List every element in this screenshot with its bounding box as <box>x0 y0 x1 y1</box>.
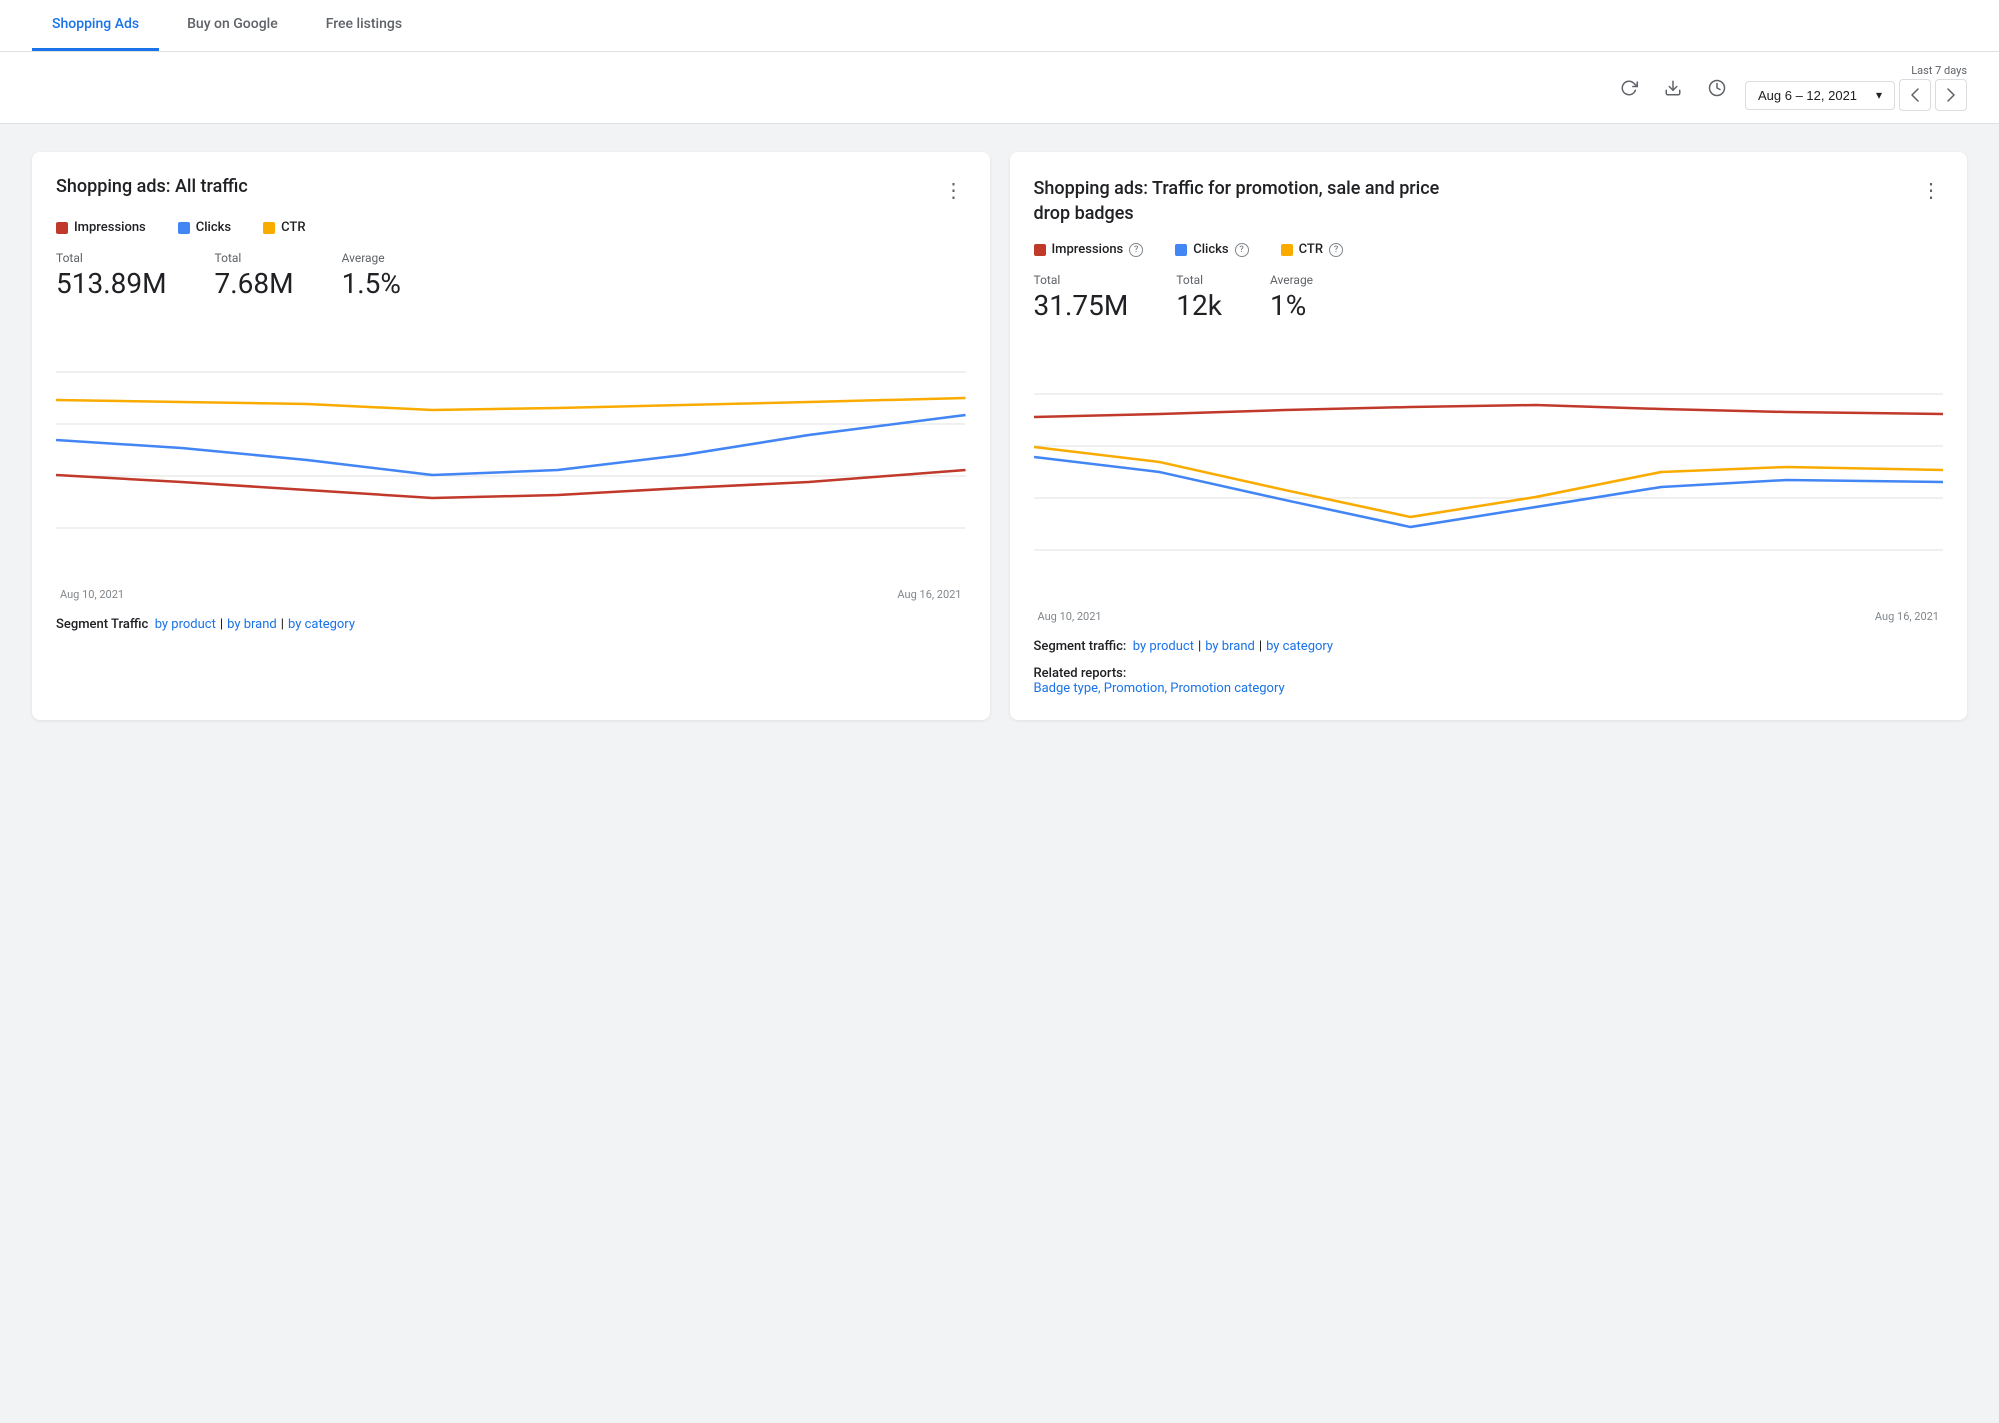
impressions-dot <box>56 222 68 234</box>
card2-ctr-label: CTR ? <box>1299 242 1343 257</box>
card1-menu-icon[interactable]: ⋮ <box>942 176 966 204</box>
metric-ctr: Average 1.5% <box>342 251 401 300</box>
main-content: Shopping ads: All traffic ⋮ Impressions … <box>0 124 1999 748</box>
card1-legend: Impressions Clicks CTR <box>56 220 966 235</box>
clicks-dot <box>178 222 190 234</box>
card1-title: Shopping ads: All traffic <box>56 176 248 197</box>
ctr-label: CTR <box>281 220 305 235</box>
card2-clicks-label: Clicks ? <box>1193 242 1248 257</box>
metric-clicks-value: 7.68M <box>215 267 294 300</box>
tab-free-listings[interactable]: Free listings <box>306 0 422 51</box>
card1-link-by-brand[interactable]: by brand <box>227 617 277 632</box>
history-icon[interactable] <box>1705 76 1729 100</box>
date-range-picker: Aug 6 – 12, 2021 ▾ <box>1745 79 1967 111</box>
card1-date-start: Aug 10, 2021 <box>60 588 124 601</box>
metric-impressions-label: Total <box>56 251 167 265</box>
tab-shopping-ads[interactable]: Shopping Ads <box>32 0 159 51</box>
card2-link-by-product[interactable]: by product <box>1133 639 1194 654</box>
card1-date-labels: Aug 10, 2021 Aug 16, 2021 <box>56 588 966 601</box>
date-range-container: Last 7 days Aug 6 – 12, 2021 ▾ <box>1745 64 1967 111</box>
card2-date-labels: Aug 10, 2021 Aug 16, 2021 <box>1034 610 1944 623</box>
card2-legend-impressions: Impressions ? <box>1034 242 1144 257</box>
toolbar-icons <box>1617 76 1729 100</box>
card2-legend-ctr: CTR ? <box>1281 242 1343 257</box>
prev-date-button[interactable] <box>1899 79 1931 111</box>
card1-header: Shopping ads: All traffic ⋮ <box>56 176 966 204</box>
card2-metric-clicks: Total 12k <box>1176 273 1222 322</box>
card-promotion-badges: Shopping ads: Traffic for promotion, sal… <box>1010 152 1968 720</box>
card2-header: Shopping ads: Traffic for promotion, sal… <box>1034 176 1944 226</box>
card2-metric-clicks-value: 12k <box>1176 289 1222 322</box>
card2-segment-label: Segment traffic: <box>1034 639 1127 654</box>
card2-clicks-dot <box>1175 244 1187 256</box>
related-reports-label: Related reports: <box>1034 666 1127 681</box>
card2-link-by-brand[interactable]: by brand <box>1205 639 1255 654</box>
card2-menu-icon[interactable]: ⋮ <box>1919 176 1943 204</box>
card1-date-end: Aug 16, 2021 <box>897 588 961 601</box>
card2-metric-impressions: Total 31.75M <box>1034 273 1129 322</box>
date-range-label: Last 7 days <box>1911 64 1967 77</box>
card2-metric-ctr-label: Average <box>1270 273 1313 287</box>
card2-chart <box>1034 342 1944 602</box>
card2-related-reports: Related reports: Badge type, Promotion, … <box>1034 666 1944 696</box>
card2-metric-ctr-value: 1% <box>1270 289 1313 322</box>
card2-metrics: Total 31.75M Total 12k Average 1% <box>1034 273 1944 322</box>
metric-clicks: Total 7.68M <box>215 251 294 300</box>
card1-segment-footer: Segment Traffic by product|by brand|by c… <box>56 617 966 632</box>
card2-title: Shopping ads: Traffic for promotion, sal… <box>1034 176 1474 226</box>
metric-clicks-label: Total <box>215 251 294 265</box>
card2-segment-footer: Segment traffic: by product|by brand|by … <box>1034 639 1944 654</box>
clicks-help-icon[interactable]: ? <box>1235 243 1249 257</box>
card2-date-start: Aug 10, 2021 <box>1038 610 1102 623</box>
card2-date-end: Aug 16, 2021 <box>1875 610 1939 623</box>
card2-legend-clicks: Clicks ? <box>1175 242 1248 257</box>
card2-metric-impressions-value: 31.75M <box>1034 289 1129 322</box>
refresh-icon[interactable] <box>1617 76 1641 100</box>
clicks-label: Clicks <box>196 220 231 235</box>
metric-ctr-label: Average <box>342 251 401 265</box>
card2-legend: Impressions ? Clicks ? CTR ? <box>1034 242 1944 257</box>
impressions-help-icon[interactable]: ? <box>1129 243 1143 257</box>
card-all-traffic: Shopping ads: All traffic ⋮ Impressions … <box>32 152 990 720</box>
card2-metric-impressions-label: Total <box>1034 273 1129 287</box>
tab-bar: Shopping Ads Buy on Google Free listings <box>0 0 1999 52</box>
legend-ctr: CTR <box>263 220 305 235</box>
card1-link-by-product[interactable]: by product <box>155 617 216 632</box>
ctr-help-icon[interactable]: ? <box>1329 243 1343 257</box>
tab-buy-on-google[interactable]: Buy on Google <box>167 0 298 51</box>
date-range-button[interactable]: Aug 6 – 12, 2021 ▾ <box>1745 81 1895 110</box>
card1-chart <box>56 320 966 580</box>
card1-link-by-category[interactable]: by category <box>288 617 355 632</box>
next-date-button[interactable] <box>1935 79 1967 111</box>
metric-ctr-value: 1.5% <box>342 267 401 300</box>
legend-impressions: Impressions <box>56 220 146 235</box>
card2-ctr-dot <box>1281 244 1293 256</box>
metric-impressions: Total 513.89M <box>56 251 167 300</box>
card2-metric-ctr: Average 1% <box>1270 273 1313 322</box>
card2-related-links[interactable]: Badge type, Promotion, Promotion categor… <box>1034 681 1285 696</box>
metric-impressions-value: 513.89M <box>56 267 167 300</box>
card2-metric-clicks-label: Total <box>1176 273 1222 287</box>
chevron-down-icon: ▾ <box>1876 88 1882 102</box>
card2-impressions-dot <box>1034 244 1046 256</box>
legend-clicks: Clicks <box>178 220 231 235</box>
ctr-dot <box>263 222 275 234</box>
impressions-label: Impressions <box>74 220 146 235</box>
card2-link-by-category[interactable]: by category <box>1266 639 1333 654</box>
card1-metrics: Total 513.89M Total 7.68M Average 1.5% <box>56 251 966 300</box>
card2-impressions-label: Impressions ? <box>1052 242 1144 257</box>
download-icon[interactable] <box>1661 76 1685 100</box>
card1-segment-label: Segment Traffic <box>56 617 148 632</box>
toolbar: Last 7 days Aug 6 – 12, 2021 ▾ <box>0 52 1999 124</box>
